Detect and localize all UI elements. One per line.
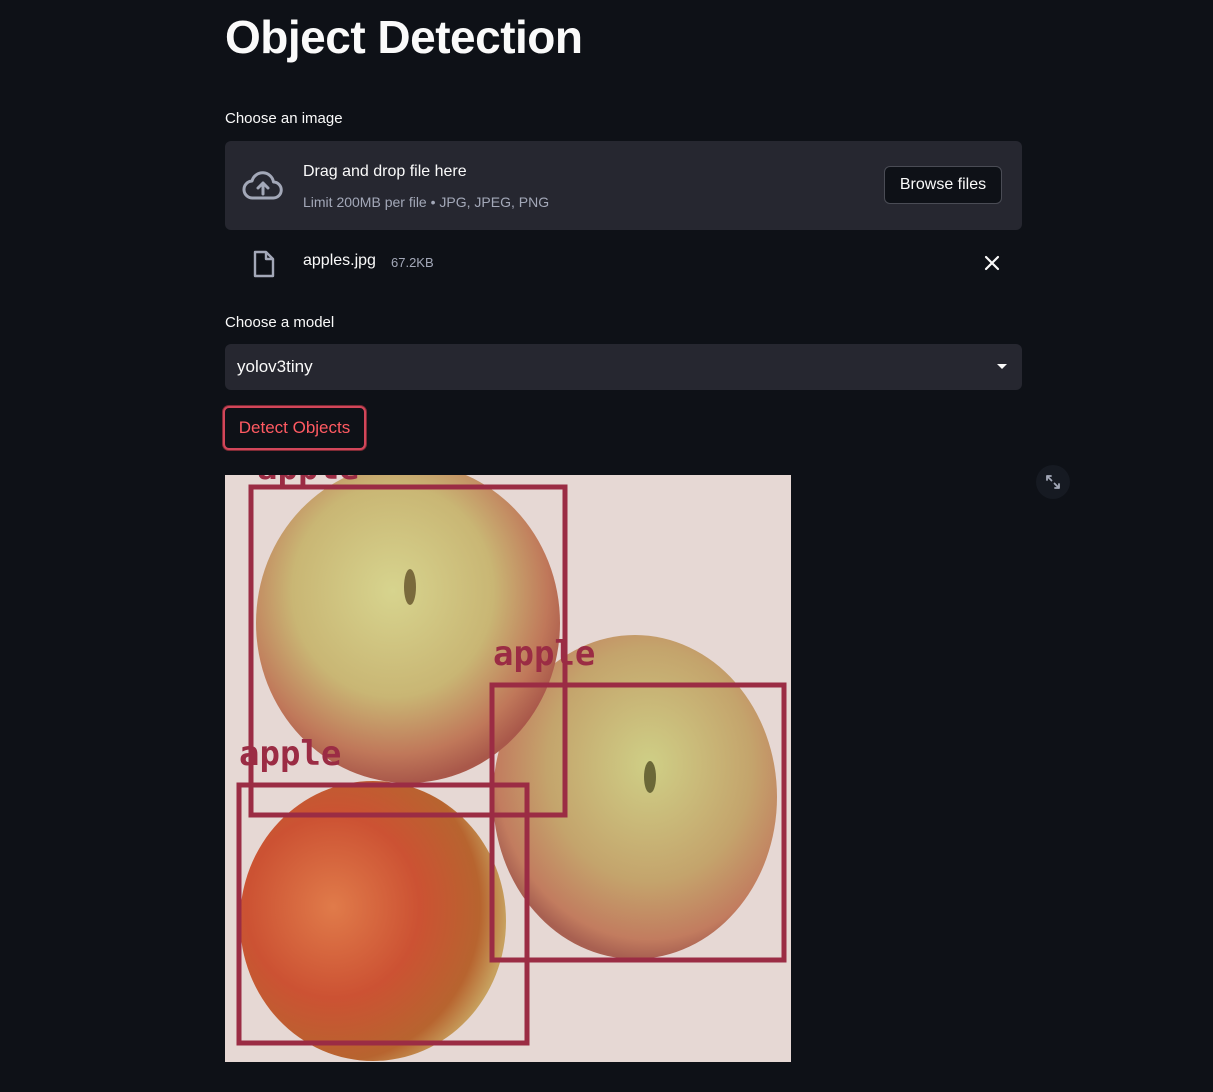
detection-label: apple	[257, 475, 359, 488]
uploader-label: Choose an image	[225, 110, 343, 127]
detect-objects-button[interactable]: Detect Objects	[223, 406, 366, 450]
model-select-value: yolov3tiny	[237, 357, 313, 376]
model-select-label: Choose a model	[225, 314, 335, 331]
apple-bottom	[240, 781, 506, 1061]
detection-label: apple	[493, 634, 595, 674]
drop-title: Drag and drop file here	[303, 163, 467, 180]
uploaded-file-row: apples.jpg 67.2KB	[225, 240, 1022, 286]
uploaded-file-name: apples.jpg	[303, 252, 376, 269]
fullscreen-button[interactable]	[1036, 465, 1070, 499]
page-title: Object Detection	[225, 11, 583, 63]
cloud-upload-icon	[242, 169, 284, 203]
uploaded-file-size: 67.2KB	[391, 255, 434, 270]
drop-subtitle: Limit 200MB per file • JPG, JPEG, PNG	[303, 194, 550, 210]
detection-label: apple	[239, 734, 341, 774]
file-dropzone[interactable]: Drag and drop file here Limit 200MB per …	[225, 141, 1022, 230]
close-icon[interactable]	[981, 252, 1003, 274]
browse-files-button[interactable]: Browse files	[884, 166, 1002, 204]
detection-result-image: apple apple apple	[225, 475, 791, 1062]
file-icon	[252, 250, 276, 278]
chevron-down-icon	[997, 364, 1007, 369]
model-select[interactable]: yolov3tiny	[225, 344, 1022, 390]
